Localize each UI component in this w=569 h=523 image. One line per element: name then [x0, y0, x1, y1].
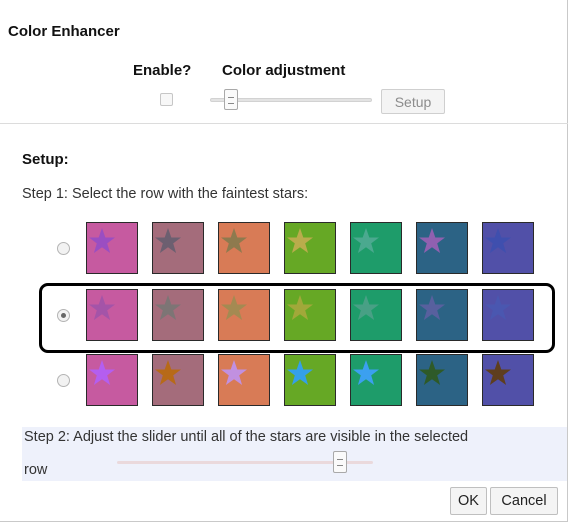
row-radio-1[interactable] — [57, 242, 70, 255]
star-icon — [287, 360, 313, 385]
swatch-row3-col1 — [86, 354, 138, 406]
star-icon — [221, 228, 247, 253]
star-icon — [353, 360, 379, 385]
swatch-row1-col5 — [350, 222, 402, 274]
star-icon — [353, 228, 379, 253]
star-icon — [221, 360, 247, 385]
swatch-row1-col1 — [86, 222, 138, 274]
swatch-row1-col6 — [416, 222, 468, 274]
star-icon — [89, 228, 115, 253]
dialog-title: Color Enhancer — [8, 23, 120, 40]
row-radio-3[interactable] — [57, 374, 70, 387]
swatch-row1-col3 — [218, 222, 270, 274]
swatch-row1-col4 — [284, 222, 336, 274]
section-divider — [0, 123, 568, 124]
swatch-row1-col7 — [482, 222, 534, 274]
swatch-row1-col2 — [152, 222, 204, 274]
setup-button[interactable]: Setup — [381, 89, 445, 114]
enable-label: Enable? — [133, 62, 192, 79]
swatch-row3-col5 — [350, 354, 402, 406]
color-adjustment-slider-thumb[interactable] — [224, 89, 238, 110]
star-icon — [89, 360, 115, 385]
swatch-row3-col7 — [482, 354, 534, 406]
star-icon — [419, 360, 445, 385]
selected-row-highlight — [39, 283, 555, 353]
swatch-row3-col6 — [416, 354, 468, 406]
star-icon — [155, 360, 181, 385]
color-adjustment-label: Color adjustment — [222, 62, 346, 79]
swatch-row3-col2 — [152, 354, 204, 406]
step2-instruction: Step 2: Adjust the slider until all of t… — [24, 429, 469, 445]
adjust-slider-thumb[interactable] — [333, 451, 347, 473]
swatch-row3-col3 — [218, 354, 270, 406]
setup-heading: Setup: — [22, 151, 69, 168]
step2-instruction-continued: row — [24, 462, 48, 478]
ok-button[interactable]: OK — [450, 487, 487, 515]
star-icon — [485, 360, 511, 385]
star-icon — [485, 228, 511, 253]
star-icon — [287, 228, 313, 253]
star-icon — [419, 228, 445, 253]
swatch-row3-col4 — [284, 354, 336, 406]
cancel-button[interactable]: Cancel — [490, 487, 558, 515]
enable-checkbox[interactable] — [160, 93, 173, 106]
star-icon — [155, 228, 181, 253]
step1-instruction: Step 1: Select the row with the faintest… — [22, 186, 309, 202]
